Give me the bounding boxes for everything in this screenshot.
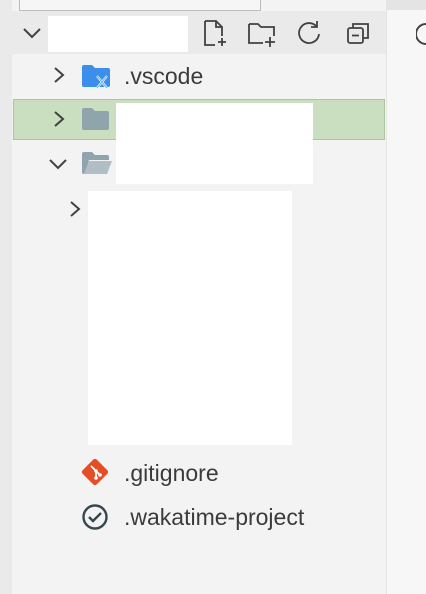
refresh-icon xyxy=(298,21,320,44)
new-file-icon xyxy=(204,20,226,46)
new-folder-icon xyxy=(248,23,275,47)
vscode-folder-chevron-right-icon[interactable] xyxy=(48,64,70,86)
wakatime-project-file-label[interactable]: .wakatime-project xyxy=(124,503,304,531)
expanded-folder-chevron-down-icon[interactable] xyxy=(46,153,70,175)
workspace-chevron-down-icon[interactable] xyxy=(20,21,44,45)
tooltip-frame xyxy=(19,0,261,11)
selected-folder-chevron-right-icon[interactable] xyxy=(48,108,70,130)
nested-folder-chevron-right-icon[interactable] xyxy=(64,198,86,220)
git-icon xyxy=(81,458,109,486)
wakatime-icon xyxy=(82,504,108,530)
editor-tab-bar xyxy=(386,0,426,10)
editor-area xyxy=(386,10,426,594)
collapse-all-button[interactable] xyxy=(341,16,375,50)
vscode-folder-label[interactable]: .vscode xyxy=(124,62,203,90)
folder-icon xyxy=(82,108,109,130)
refresh-button[interactable] xyxy=(292,16,326,50)
new-file-button[interactable] xyxy=(198,16,232,50)
editor-partial-icon xyxy=(416,23,426,45)
nested-items-redacted xyxy=(88,191,292,445)
collapse-all-icon xyxy=(347,23,369,44)
folder-open-icon xyxy=(82,152,112,174)
new-folder-button[interactable] xyxy=(245,16,279,50)
activity-gutter xyxy=(0,0,12,594)
gitignore-file-label[interactable]: .gitignore xyxy=(124,459,219,487)
folder-names-redacted xyxy=(116,103,313,184)
vscode-folder-icon xyxy=(82,65,110,89)
workspace-name-redacted[interactable] xyxy=(48,16,188,52)
